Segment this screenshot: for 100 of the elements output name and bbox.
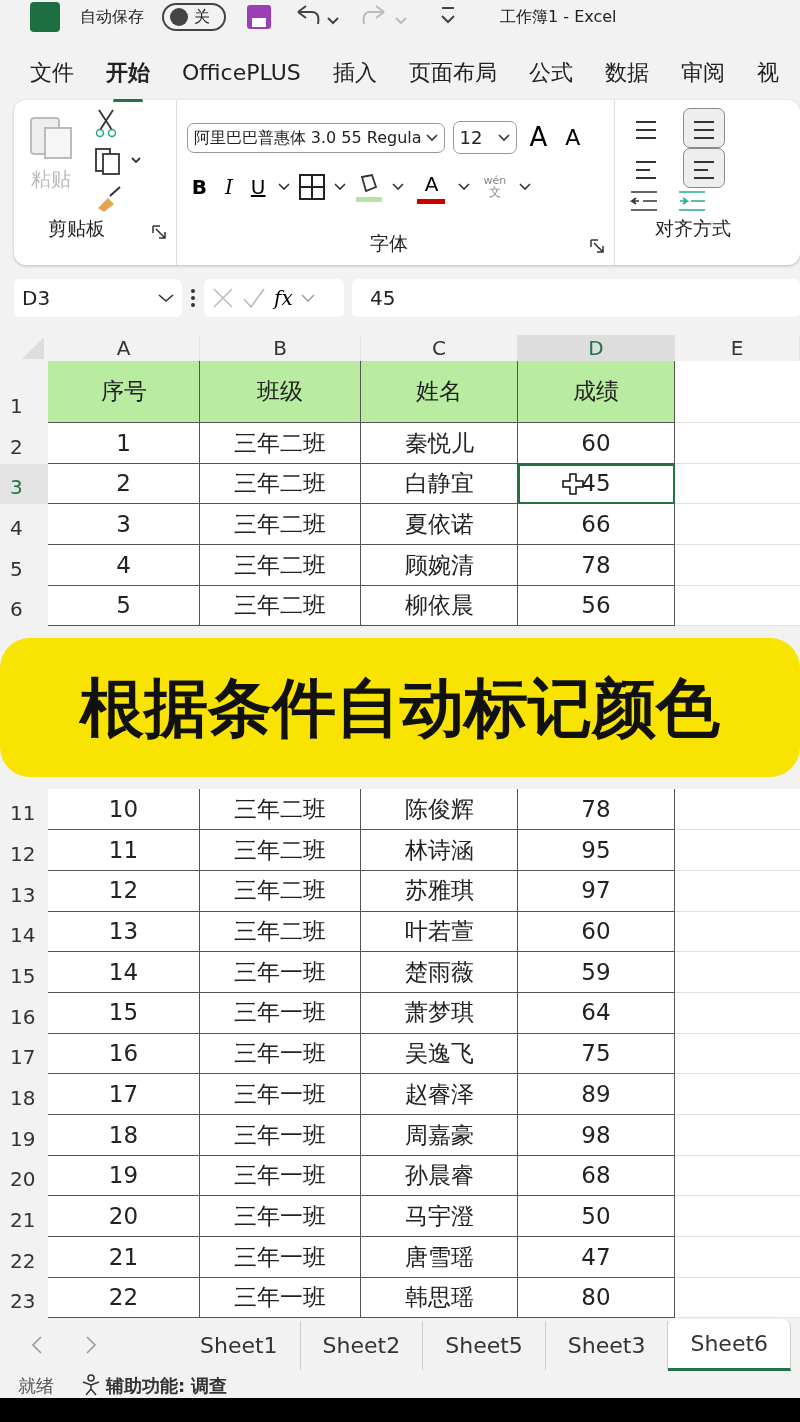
table-cell[interactable]: 周嘉豪 [361,1114,518,1156]
table-cell[interactable]: 75 [518,1033,675,1075]
insert-function-button[interactable]: fx [274,283,293,313]
table-cell[interactable] [675,870,800,912]
underline-button[interactable]: U [245,169,271,204]
italic-button[interactable]: I [219,169,238,204]
name-box[interactable]: D3 [14,279,182,317]
table-cell[interactable]: 64 [518,992,675,1034]
table-cell[interactable]: 三年二班 [200,789,361,831]
ribbon-tab[interactable]: 审阅 [664,44,741,100]
formula-field[interactable]: 45 [352,279,800,317]
shrink-font-button[interactable]: A [560,119,586,156]
table-cell[interactable] [675,423,800,464]
table-cell[interactable]: 三年二班 [200,830,361,871]
table-cell[interactable]: 三年一班 [200,992,361,1034]
table-cell[interactable]: 秦悦儿 [361,423,518,464]
table-cell[interactable]: 三年一班 [200,952,361,993]
column-heading-cell[interactable]: 序号 [48,361,200,423]
enter-icon[interactable] [242,287,266,309]
table-cell[interactable]: 59 [518,952,675,993]
table-cell[interactable]: 三年二班 [200,545,361,586]
table-cell[interactable]: 赵睿泽 [361,1074,518,1115]
ribbon-tab[interactable]: 视 [740,44,795,100]
table-cell[interactable]: 三年二班 [200,463,361,505]
table-cell[interactable]: 13 [48,911,200,953]
table-cell[interactable]: 14 [48,952,200,993]
table-cell[interactable]: 78 [518,789,675,831]
ribbon-tab[interactable]: 页面布局 [392,44,513,100]
table-cell[interactable]: 楚雨薇 [361,952,518,993]
table-cell[interactable]: 三年一班 [200,1155,361,1197]
table-cell[interactable]: 89 [518,1074,675,1115]
table-cell[interactable] [675,911,800,953]
table-cell[interactable]: 1 [48,423,200,464]
table-cell[interactable]: 吴逸飞 [361,1033,518,1075]
table-cell[interactable]: 苏雅琪 [361,870,518,912]
table-cell[interactable]: 韩思瑶 [361,1277,518,1319]
font-name-dropdown[interactable]: 阿里巴巴普惠体 3.0 55 Regula [186,122,445,153]
table-cell[interactable]: 柳依晨 [361,585,518,627]
chevron-icon[interactable] [278,181,291,192]
table-cell[interactable]: 50 [518,1196,675,1237]
table-cell[interactable]: 萧梦琪 [361,992,518,1034]
table-cell[interactable]: 5 [48,585,200,627]
font-size-dropdown[interactable]: 12 [452,121,517,154]
table-cell[interactable]: 11 [48,830,200,871]
table-cell[interactable] [675,1155,800,1197]
column-heading-cell[interactable]: 班级 [200,361,361,423]
table-cell[interactable]: 20 [48,1196,200,1237]
table-cell[interactable]: 三年二班 [200,870,361,912]
column-heading-cell[interactable]: 姓名 [361,361,518,423]
table-cell[interactable]: 68 [518,1155,675,1197]
table-cell[interactable]: 78 [518,545,675,586]
table-cell[interactable]: 三年二班 [200,423,361,464]
table-cell[interactable]: 17 [48,1074,200,1115]
ribbon-tab[interactable]: 文件 [14,44,90,100]
next-sheet-icon[interactable] [84,1335,98,1356]
table-cell[interactable] [675,1277,800,1319]
table-cell[interactable]: 60 [518,423,675,464]
ribbon-tab[interactable]: 开始 [90,44,166,100]
chevron-icon[interactable] [392,181,405,192]
table-cell[interactable]: 林诗涵 [361,830,518,871]
table-cell[interactable]: 19 [48,1155,200,1197]
table-cell[interactable]: 12 [48,870,200,912]
table-cell[interactable] [675,1074,800,1115]
sheet-tab[interactable]: Sheet1 [178,1320,301,1370]
table-cell[interactable]: 三年二班 [200,585,361,627]
sheet-tab[interactable]: Sheet6 [668,1319,792,1372]
ribbon-tab[interactable]: 插入 [316,44,393,100]
previous-sheet-icon[interactable] [30,1335,44,1356]
table-cell[interactable]: 马宇澄 [361,1196,518,1237]
table-cell[interactable]: 白静宜 [361,463,518,505]
table-cell[interactable] [675,952,800,993]
ribbon-tab[interactable]: 数据 [588,44,665,100]
cancel-icon[interactable] [212,287,234,309]
chevron-icon[interactable] [334,181,347,192]
table-cell[interactable]: 16 [48,1033,200,1075]
table-cell[interactable]: 98 [518,1114,675,1156]
borders-icon[interactable] [298,172,327,201]
table-cell[interactable]: 三年二班 [200,504,361,546]
table-cell[interactable]: 夏依诺 [361,504,518,546]
table-cell[interactable]: 顾婉清 [361,545,518,586]
table-cell[interactable]: 21 [48,1237,200,1278]
table-cell[interactable]: 三年一班 [200,1277,361,1319]
table-cell[interactable] [675,1033,800,1075]
scissors-icon[interactable] [94,108,118,138]
table-cell[interactable] [675,1196,800,1237]
grow-font-button[interactable]: A [524,116,553,159]
table-cell[interactable]: 22 [48,1277,200,1319]
table-cell[interactable]: 三年一班 [200,1196,361,1237]
table-cell[interactable]: 4 [48,545,200,586]
table-cell[interactable]: 56 [518,585,675,627]
table-cell[interactable]: 95 [518,830,675,871]
table-cell[interactable]: 3 [48,504,200,546]
ribbon-tab[interactable]: OfficePLUS [166,44,317,100]
table-cell[interactable]: 18 [48,1114,200,1156]
table-cell[interactable]: 15 [48,992,200,1034]
table-cell[interactable] [675,830,800,871]
table-cell[interactable]: 陈俊辉 [361,789,518,831]
bold-button[interactable]: B [186,169,212,204]
table-cell[interactable] [675,463,800,505]
launcher-icon[interactable] [151,224,166,239]
